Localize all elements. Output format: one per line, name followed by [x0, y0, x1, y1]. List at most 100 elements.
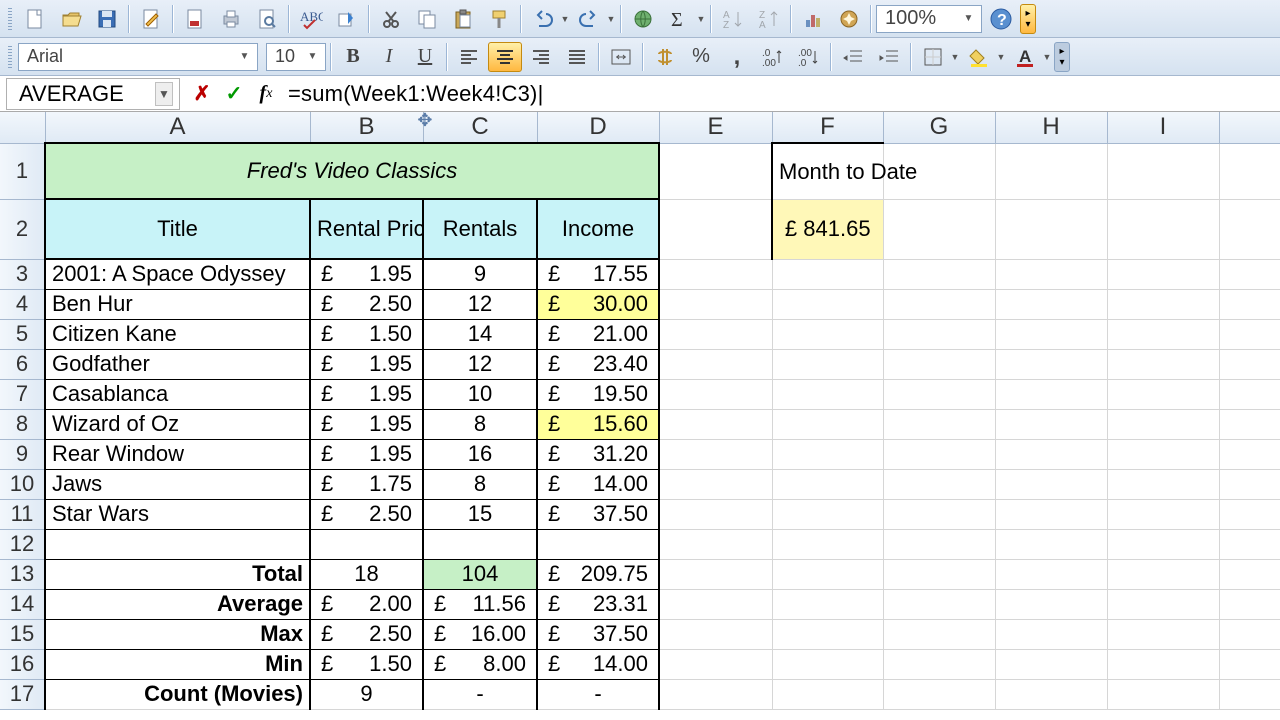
cell-rentals[interactable]: 8: [423, 469, 537, 499]
cell-income[interactable]: £30.00: [537, 289, 659, 319]
cell-income[interactable]: £17.55: [537, 259, 659, 289]
fontsize-dropdown-arrow[interactable]: ▼: [303, 51, 321, 62]
font-dropdown-arrow[interactable]: ▼: [235, 51, 253, 62]
font-combo[interactable]: Arial ▼: [18, 43, 258, 71]
cell-income[interactable]: £19.50: [537, 379, 659, 409]
borders-icon[interactable]: [916, 42, 950, 72]
col-H[interactable]: H: [995, 112, 1107, 143]
min-label[interactable]: Min: [45, 649, 310, 679]
row-9[interactable]: 9: [0, 439, 45, 469]
name-box-dropdown[interactable]: ▼: [155, 82, 173, 106]
row-15[interactable]: 15: [0, 619, 45, 649]
cell-rentals[interactable]: 9: [423, 259, 537, 289]
month-to-date-value[interactable]: £ 841.65: [772, 199, 883, 259]
header-rentals[interactable]: Rentals: [423, 199, 537, 259]
export-pdf-icon[interactable]: [178, 4, 212, 34]
toolbar-drag-handle[interactable]: [4, 4, 16, 34]
col-D[interactable]: D: [537, 112, 659, 143]
autosum-icon[interactable]: Σ: [662, 4, 696, 34]
currency-icon[interactable]: [648, 42, 682, 72]
function-wizard-icon[interactable]: fx: [252, 80, 280, 108]
cell-rentals[interactable]: 15: [423, 499, 537, 529]
edit-doc-icon[interactable]: [134, 4, 168, 34]
cut-icon[interactable]: [374, 4, 408, 34]
cell-income[interactable]: £21.00: [537, 319, 659, 349]
cell-rentals[interactable]: 14: [423, 319, 537, 349]
italic-icon[interactable]: I: [372, 42, 406, 72]
col-G[interactable]: G: [883, 112, 995, 143]
col-E[interactable]: E: [659, 112, 772, 143]
decrease-decimal-icon[interactable]: .00.0: [792, 42, 826, 72]
font-color-dropdown[interactable]: ▼: [1042, 52, 1052, 62]
row-11[interactable]: 11: [0, 499, 45, 529]
cell-price[interactable]: £1.95: [310, 349, 423, 379]
underline-icon[interactable]: U: [408, 42, 442, 72]
zoom-combo[interactable]: 100% ▼: [876, 5, 982, 33]
paste-icon[interactable]: [446, 4, 480, 34]
undo-icon[interactable]: [526, 4, 560, 34]
cell-income[interactable]: £37.50: [537, 499, 659, 529]
row-2[interactable]: 2: [0, 199, 45, 259]
cell-title[interactable]: Jaws: [45, 469, 310, 499]
cell-rentals[interactable]: 8: [423, 409, 537, 439]
max-label[interactable]: Max: [45, 619, 310, 649]
col-I[interactable]: I: [1107, 112, 1219, 143]
cell-price[interactable]: £1.95: [310, 409, 423, 439]
cell-title[interactable]: Godfather: [45, 349, 310, 379]
row-4[interactable]: 4: [0, 289, 45, 319]
cell-income[interactable]: £31.20: [537, 439, 659, 469]
col-A[interactable]: A: [45, 112, 310, 143]
header-title[interactable]: Title: [45, 199, 310, 259]
spellcheck-icon[interactable]: ABC: [294, 4, 328, 34]
formula-input[interactable]: =sum(Week1:Week4!C3): [282, 81, 1280, 107]
cell-price[interactable]: £1.95: [310, 379, 423, 409]
borders-dropdown[interactable]: ▼: [950, 52, 960, 62]
cell-rentals[interactable]: 16: [423, 439, 537, 469]
col-B[interactable]: B✥: [310, 112, 423, 143]
percent-icon[interactable]: %: [684, 42, 718, 72]
select-all[interactable]: [0, 112, 45, 143]
cell-income[interactable]: £14.00: [537, 469, 659, 499]
column-headers[interactable]: A B✥ C D E F G H I: [0, 112, 1280, 143]
save-icon[interactable]: [90, 4, 124, 34]
cell-title[interactable]: Star Wars: [45, 499, 310, 529]
row-14[interactable]: 14: [0, 589, 45, 619]
decrease-indent-icon[interactable]: [836, 42, 870, 72]
cell-title[interactable]: Ben Hur: [45, 289, 310, 319]
sort-desc-icon[interactable]: ZA: [752, 4, 786, 34]
thousands-icon[interactable]: ,: [720, 42, 754, 72]
navigator-icon[interactable]: [832, 4, 866, 34]
count-b[interactable]: 9: [310, 679, 423, 709]
row-8[interactable]: 8: [0, 409, 45, 439]
cell-title[interactable]: 2001: A Space Odyssey: [45, 259, 310, 289]
justify-icon[interactable]: [560, 42, 594, 72]
format-paint-icon[interactable]: [482, 4, 516, 34]
sheet-title[interactable]: Fred's Video Classics: [45, 143, 659, 199]
bold-icon[interactable]: B: [336, 42, 370, 72]
copy-icon[interactable]: [410, 4, 444, 34]
total-b[interactable]: 18: [310, 559, 423, 589]
print-preview-icon[interactable]: [250, 4, 284, 34]
row-13[interactable]: 13: [0, 559, 45, 589]
row-17[interactable]: 17: [0, 679, 45, 709]
count-d[interactable]: -: [537, 679, 659, 709]
new-doc-icon[interactable]: [18, 4, 52, 34]
merge-cells-icon[interactable]: [604, 42, 638, 72]
cell-title[interactable]: Citizen Kane: [45, 319, 310, 349]
spreadsheet-grid[interactable]: A B✥ C D E F G H I 1 Fred's Video Classi…: [0, 112, 1280, 710]
autopilot-icon[interactable]: [330, 4, 364, 34]
cell-rentals[interactable]: 12: [423, 349, 537, 379]
row-16[interactable]: 16: [0, 649, 45, 679]
col-C[interactable]: C: [423, 112, 537, 143]
row-7[interactable]: 7: [0, 379, 45, 409]
row-10[interactable]: 10: [0, 469, 45, 499]
row-12[interactable]: 12: [0, 529, 45, 559]
cell-title[interactable]: Wizard of Oz: [45, 409, 310, 439]
toolbar2-overflow-icon[interactable]: ▸▾: [1054, 42, 1070, 72]
font-color-icon[interactable]: A: [1008, 42, 1042, 72]
hyperlink-icon[interactable]: [626, 4, 660, 34]
open-icon[interactable]: [54, 4, 88, 34]
fontsize-combo[interactable]: 10 ▼: [266, 43, 326, 71]
cell-income[interactable]: £23.40: [537, 349, 659, 379]
fill-color-dropdown[interactable]: ▼: [996, 52, 1006, 62]
